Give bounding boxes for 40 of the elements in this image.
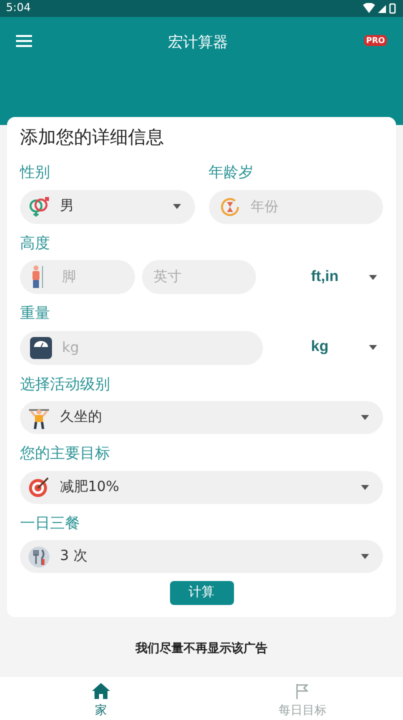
form-title: 添加您的详细信息 — [20, 126, 165, 150]
flag-icon — [294, 683, 310, 699]
field-label: 选择活动级别 — [20, 374, 111, 394]
app-title: 宏计算器 — [168, 32, 228, 53]
dropdown-caret-icon — [369, 345, 377, 350]
gender-dropdown[interactable]: 男 — [20, 190, 194, 224]
dropdown-caret-icon — [361, 415, 369, 420]
goal-dropdown[interactable]: 减肥10% — [20, 470, 383, 504]
field-label: 一日三餐 — [20, 512, 81, 534]
dropdown-caret-icon — [369, 274, 377, 280]
menu-icon[interactable] — [16, 35, 32, 47]
hourglass-icon — [218, 196, 240, 218]
target-icon — [28, 476, 50, 498]
field-label: 年龄岁 — [208, 162, 254, 183]
status-time: 5:04 — [6, 0, 31, 16]
ad-text: 我们尽量不再显示该广告 — [136, 640, 268, 657]
field-label: 性别 — [20, 162, 51, 183]
dropdown-caret-icon — [361, 484, 369, 490]
field-label: 您的主要目标 — [20, 443, 111, 464]
person-height-icon — [30, 265, 44, 289]
age-field[interactable]: 年份 — [208, 190, 383, 224]
field-label: 重量 — [20, 303, 51, 324]
activity-dropdown[interactable]: 久坐的 — [20, 401, 383, 434]
field-label: 高度 — [20, 232, 51, 254]
dropdown-caret-icon — [172, 204, 180, 209]
weight-field[interactable]: kg — [20, 330, 263, 364]
unit-dropdown[interactable]: kg — [263, 330, 383, 364]
cutlery-icon — [28, 546, 50, 568]
pro-badge[interactable]: PRO — [364, 35, 387, 46]
meals-dropdown[interactable]: 3 次 — [20, 540, 383, 573]
calculate-button[interactable]: 计算 — [170, 581, 234, 605]
dropdown-caret-icon — [361, 554, 369, 559]
home-icon — [92, 683, 110, 699]
gender-symbols-icon — [28, 196, 50, 218]
status-icons — [363, 3, 397, 14]
inches-field[interactable]: 英寸 — [142, 260, 256, 294]
feet-field[interactable]: 脚 — [20, 260, 134, 294]
nav-tab[interactable]: 家 — [0, 677, 202, 720]
unit-dropdown[interactable]: ft,in — [263, 260, 383, 294]
scale-icon — [30, 336, 52, 358]
